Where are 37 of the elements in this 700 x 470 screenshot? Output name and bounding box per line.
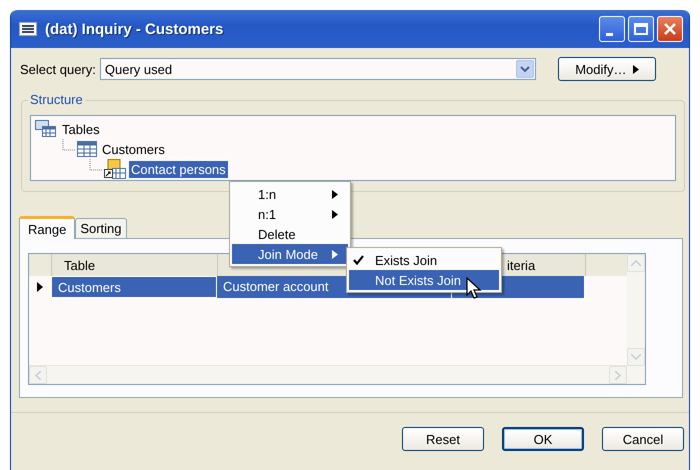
tree-item[interactable]: Customers <box>100 140 167 158</box>
close-button[interactable] <box>657 16 683 42</box>
form-icon <box>19 22 37 36</box>
close-icon <box>664 23 676 35</box>
tables-icon <box>35 120 57 138</box>
query-dropdown[interactable]: Query used <box>100 58 536 80</box>
tree-connector-icon <box>62 139 76 151</box>
arrow-right-icon <box>632 64 639 74</box>
tree-connector-icon <box>89 159 103 171</box>
minimize-button[interactable] <box>599 16 625 42</box>
dialog-button[interactable]: OK <box>502 427 584 451</box>
menu-item[interactable]: Not Exists Join <box>349 270 499 290</box>
window-title: (dat) Inquiry - Customers <box>45 20 224 38</box>
scroll-left-icon[interactable] <box>35 370 41 380</box>
maximize-button[interactable] <box>628 16 654 42</box>
modify-button[interactable]: Modify… <box>558 57 656 81</box>
menu-item[interactable]: Join Mode <box>232 244 348 264</box>
tree-item[interactable]: Contact persons <box>129 160 228 178</box>
menu-item[interactable]: n:1 <box>232 204 348 224</box>
scroll-down-icon[interactable] <box>631 354 641 360</box>
tab[interactable]: Range <box>19 216 76 239</box>
table-cell: Customers <box>51 276 217 298</box>
tree-item[interactable]: Tables <box>60 120 102 138</box>
menu-item[interactable]: 1:n <box>232 184 348 204</box>
vertical-scrollbar[interactable] <box>627 254 645 384</box>
menu-item[interactable]: Delete <box>232 224 348 244</box>
minimize-icon <box>606 32 613 36</box>
scroll-up-icon[interactable] <box>631 260 641 266</box>
scroll-right-icon[interactable] <box>615 370 621 380</box>
tab[interactable]: Sorting <box>75 218 127 238</box>
table-icon <box>77 141 97 157</box>
maximize-icon <box>634 23 648 35</box>
dialog-button[interactable]: Cancel <box>602 427 684 451</box>
select-query-label: Select query: <box>19 62 96 76</box>
horizontal-scrollbar[interactable] <box>29 365 627 384</box>
group-title: Structure <box>28 92 85 107</box>
dialog-button[interactable]: Reset <box>402 427 484 451</box>
